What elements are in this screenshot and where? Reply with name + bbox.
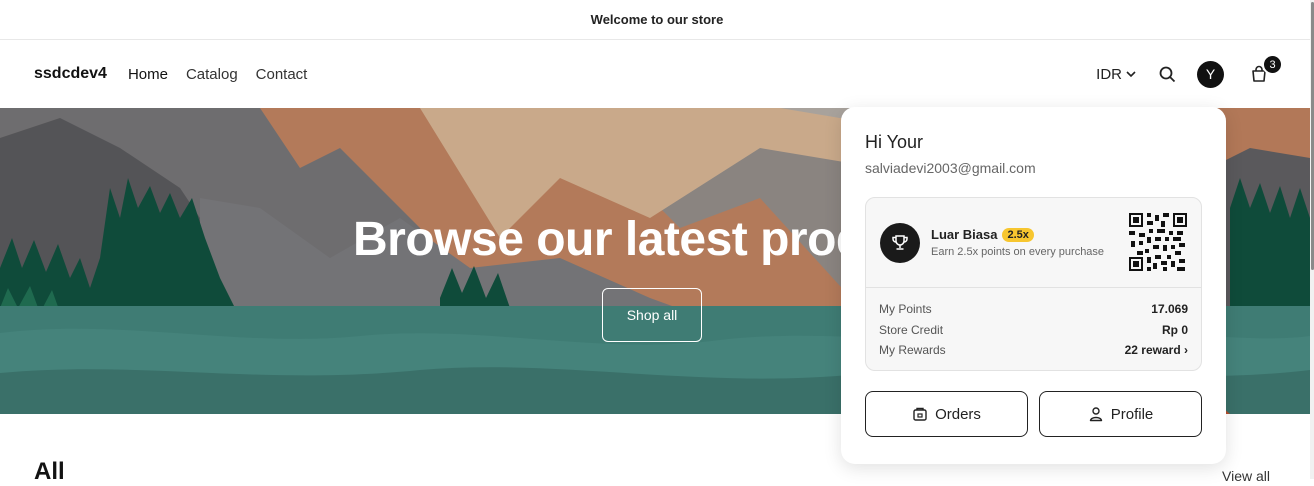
tier-description: Earn 2.5x points on every purchase <box>931 246 1105 258</box>
stat-label: Store Credit <box>879 322 944 337</box>
shop-all-button[interactable]: Shop all <box>602 288 702 342</box>
greeting: Hi Your <box>865 132 924 152</box>
profile-button[interactable]: Profile <box>1039 391 1202 437</box>
stat-label: My Rewards <box>879 343 946 358</box>
nav-contact[interactable]: Contact <box>256 66 308 83</box>
currency-selector[interactable]: IDR <box>1096 66 1136 83</box>
avatar-initial: Y <box>1205 66 1216 82</box>
nav-catalog[interactable]: Catalog <box>186 66 238 83</box>
loyalty-stats: My Points 17.069 Store Credit Rp 0 My Re… <box>866 288 1201 370</box>
cart-count-badge: 3 <box>1262 54 1283 75</box>
stat-label: My Points <box>879 302 932 317</box>
chevron-down-icon <box>1126 71 1136 78</box>
orders-label: Orders <box>935 405 981 423</box>
user-email: salviadevi2003@gmail.com <box>865 160 1036 176</box>
user-icon <box>1089 407 1102 422</box>
profile-label: Profile <box>1110 405 1154 423</box>
stat-value: 17.069 <box>1151 302 1188 317</box>
loyalty-card: Luar Biasa 2.5x Earn 2.5x points on ever… <box>865 197 1202 371</box>
announcement-text: Welcome to our store <box>590 12 724 27</box>
header-actions: IDR Y 3 <box>1096 40 1283 108</box>
cart-button[interactable]: 3 <box>1248 54 1283 85</box>
rewards-link[interactable]: 22 reward › <box>1125 343 1188 357</box>
tier-multiplier-badge: 2.5x <box>1002 227 1034 242</box>
main-nav: Home Catalog Contact <box>128 66 307 83</box>
view-all-link[interactable]: View all <box>1222 468 1270 484</box>
account-avatar[interactable]: Y <box>1197 60 1224 88</box>
account-actions: Orders Profile <box>865 391 1202 437</box>
account-dropdown: Hi Your salviadevi2003@gmail.com Luar Bi… <box>841 107 1226 464</box>
stat-points: My Points 17.069 <box>879 299 1188 320</box>
page-scrollbar[interactable] <box>1310 0 1314 479</box>
tier-name: Luar Biasa <box>931 227 998 242</box>
search-button[interactable] <box>1156 63 1178 85</box>
nav-home[interactable]: Home <box>128 66 168 83</box>
qr-code-icon[interactable] <box>1129 213 1187 271</box>
trophy-icon <box>880 222 920 263</box>
collection-title: All <box>34 458 65 485</box>
site-header: ssdcdev4 Home Catalog Contact IDR Y 3 <box>0 40 1314 108</box>
orders-button[interactable]: Orders <box>865 391 1028 437</box>
stat-value: Rp 0 <box>1161 322 1188 337</box>
currency-label: IDR <box>1096 65 1122 83</box>
loyalty-tier: Luar Biasa 2.5x Earn 2.5x points on ever… <box>866 198 1201 288</box>
stat-rewards[interactable]: My Rewards 22 reward › <box>879 340 1188 361</box>
search-icon <box>1159 66 1175 82</box>
orders-icon <box>913 407 927 421</box>
stat-store-credit: Store Credit Rp 0 <box>879 320 1188 341</box>
announcement-bar: Welcome to our store <box>0 0 1314 40</box>
store-logo[interactable]: ssdcdev4 <box>34 65 107 83</box>
